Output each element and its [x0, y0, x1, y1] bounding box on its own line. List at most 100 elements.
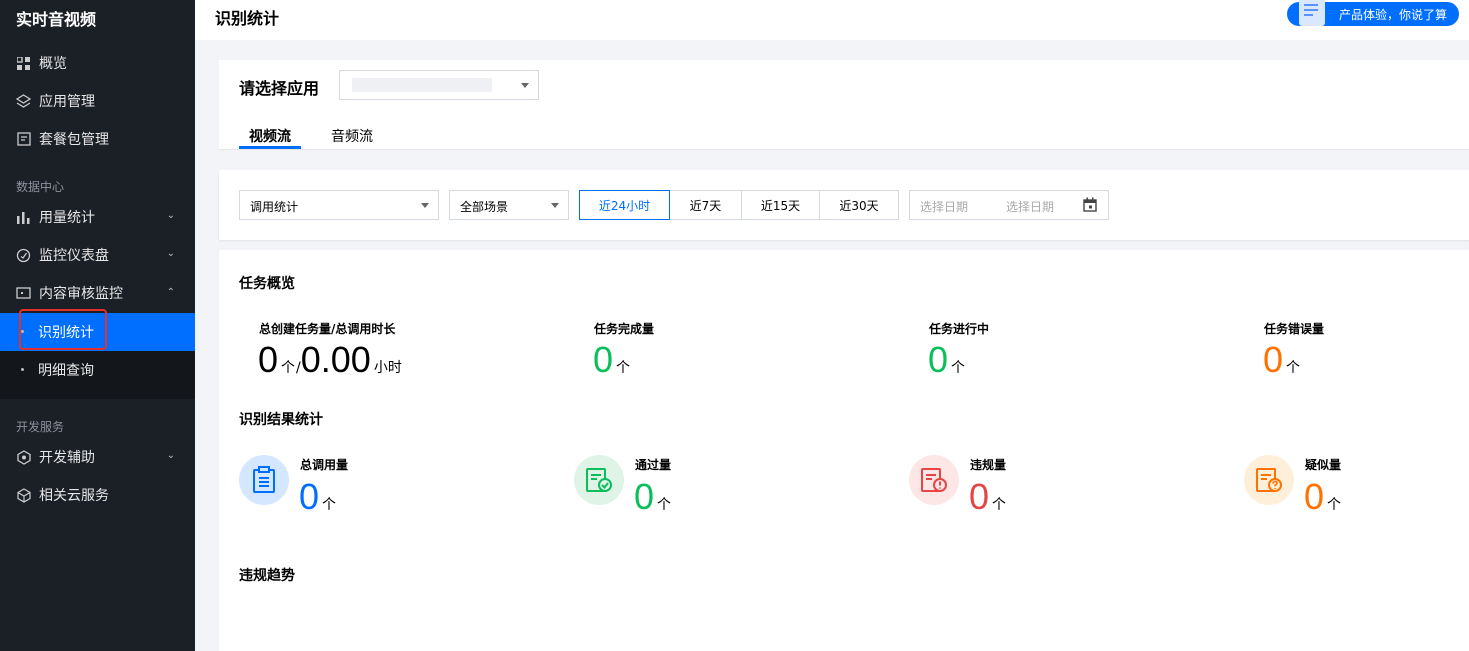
sidebar: 实时音视频 概览 应用管理 套餐包管理 数据中心 用量统计 ⌄ 监控仪表盘 ⌄	[0, 0, 195, 651]
sidebar-item-overview[interactable]: 概览	[0, 44, 195, 82]
sidebar-item-detail-query[interactable]: 明细查询	[0, 351, 195, 389]
count-unit: 个	[281, 360, 296, 376]
running-count: 0	[928, 339, 949, 380]
date-range-picker[interactable]: 选择日期 选择日期	[909, 190, 1109, 220]
bar-chart-icon	[16, 210, 31, 225]
sidebar-item-dev-assist[interactable]: 开发辅助 ⌄	[0, 438, 195, 476]
total-calls-count: 0	[299, 476, 320, 517]
chevron-down-icon: ⌄	[166, 450, 175, 461]
sidebar-item-content-review[interactable]: 内容审核监控 ⌃	[0, 274, 195, 312]
page-title: 识别统计	[215, 9, 280, 28]
count-unit: 个	[657, 497, 672, 513]
highlight-box	[19, 309, 107, 350]
running-label: 任务进行中	[929, 322, 990, 336]
violation-trend-title: 违规趋势	[239, 568, 295, 584]
chevron-up-icon: ⌃	[166, 287, 175, 298]
stat-type-dropdown[interactable]: 调用统计	[239, 190, 439, 220]
error-value: 0个	[1263, 342, 1300, 386]
completed-count: 0	[593, 339, 614, 380]
filter-panel: 调用统计 全部场景 近24小时 近7天 近15天 近30天 选择日期 选择日期	[219, 170, 1469, 240]
app-select-label: 请选择应用	[239, 79, 320, 98]
tab-audio-stream[interactable]: 音频流	[331, 126, 373, 146]
range-15d-button[interactable]: 近15天	[741, 190, 820, 220]
hexagon-icon	[16, 449, 31, 465]
app-select-value	[352, 78, 492, 92]
completed-value: 0个	[593, 342, 630, 386]
feedback-button[interactable]: 产品体验，你说了算	[1286, 0, 1459, 26]
sidebar-item-app-management[interactable]: 应用管理	[0, 82, 195, 120]
count-unit: 个	[951, 360, 966, 376]
feedback-label: 产品体验，你说了算	[1338, 7, 1447, 22]
range-24h-button[interactable]: 近24小时	[579, 190, 670, 220]
sidebar-item-label: 监控仪表盘	[39, 248, 109, 264]
pass-value: 0个	[634, 479, 671, 523]
sidebar-item-label: 套餐包管理	[39, 132, 109, 148]
chevron-down-icon: ⌄	[166, 248, 175, 259]
total-count: 0	[258, 339, 279, 380]
package-icon	[16, 132, 31, 147]
chevron-down-icon: ⌄	[166, 210, 175, 221]
app-select-dropdown[interactable]	[339, 70, 539, 100]
caret-down-icon	[551, 203, 559, 208]
count-unit: 个	[1286, 360, 1301, 376]
tab-bar	[219, 110, 1469, 150]
sidebar-item-label: 相关云服务	[39, 488, 109, 504]
date-start-placeholder: 选择日期	[920, 200, 969, 214]
running-value: 0个	[928, 342, 965, 386]
count-unit: 个	[992, 497, 1007, 513]
tab-divider	[219, 149, 1469, 150]
grid-icon	[16, 56, 31, 71]
total-duration: 0.00	[300, 339, 371, 380]
range-30d-button[interactable]: 近30天	[819, 190, 899, 220]
cube-icon	[16, 487, 31, 503]
sidebar-group-data-center: 数据中心	[16, 180, 65, 194]
count-unit: 个	[1327, 497, 1342, 513]
sidebar-item-usage-stats[interactable]: 用量统计 ⌄	[0, 198, 195, 236]
stats-panel: 任务概览 总创建任务量/总调用时长 0 个/0.00 小时 任务完成量 0个 任务进…	[219, 250, 1469, 651]
scene-value: 全部场景	[460, 200, 509, 214]
range-7d-button[interactable]: 近7天	[669, 190, 742, 220]
gauge-icon	[16, 248, 31, 263]
error-label: 任务错误量	[1264, 322, 1325, 336]
date-end-placeholder: 选择日期	[1006, 200, 1055, 214]
app-select-panel: 请选择应用	[219, 60, 1469, 110]
calendar-icon[interactable]	[1083, 197, 1097, 215]
total-tasks-value: 0 个/0.00 小时	[258, 342, 402, 386]
sidebar-group-dev-services: 开发服务	[16, 420, 65, 434]
sidebar-item-label: 应用管理	[39, 94, 95, 110]
sidebar-item-label: 用量统计	[39, 210, 95, 226]
recognition-results-title: 识别结果统计	[239, 412, 323, 428]
bullet-dot	[21, 368, 24, 371]
check-document-icon	[574, 455, 624, 505]
total-tasks-label: 总创建任务量/总调用时长	[259, 322, 396, 336]
duration-unit: 小时	[373, 360, 402, 376]
scene-dropdown[interactable]: 全部场景	[449, 190, 569, 220]
violation-label: 违规量	[970, 458, 1007, 472]
count-unit: 个	[322, 497, 337, 513]
top-bar: 识别统计 产品体验，你说了算	[195, 0, 1469, 40]
clipboard-icon	[239, 455, 289, 505]
violation-value: 0个	[969, 479, 1006, 523]
sidebar-item-package-management[interactable]: 套餐包管理	[0, 120, 195, 158]
monitor-icon	[16, 286, 31, 301]
suspect-label: 疑似量	[1305, 458, 1342, 472]
suspect-count: 0	[1304, 476, 1325, 517]
sidebar-item-monitor-dashboard[interactable]: 监控仪表盘 ⌄	[0, 236, 195, 274]
sidebar-item-label: 明细查询	[38, 363, 94, 379]
stat-type-value: 调用统计	[250, 200, 299, 214]
product-title: 实时音视频	[16, 10, 97, 29]
caret-down-icon	[521, 83, 529, 88]
violation-count: 0	[969, 476, 990, 517]
sidebar-item-label: 开发辅助	[39, 450, 95, 466]
count-unit: 个	[616, 360, 631, 376]
pass-label: 通过量	[635, 458, 672, 472]
tab-active-indicator	[239, 146, 301, 149]
alert-document-icon	[909, 455, 959, 505]
tab-video-stream[interactable]: 视频流	[249, 126, 291, 146]
error-count: 0	[1263, 339, 1284, 380]
sidebar-item-label: 内容审核监控	[39, 286, 123, 302]
task-overview-title: 任务概览	[239, 276, 295, 292]
sidebar-item-related-cloud[interactable]: 相关云服务	[0, 476, 195, 514]
layers-icon	[16, 93, 31, 109]
total-calls-label: 总调用量	[300, 458, 349, 472]
